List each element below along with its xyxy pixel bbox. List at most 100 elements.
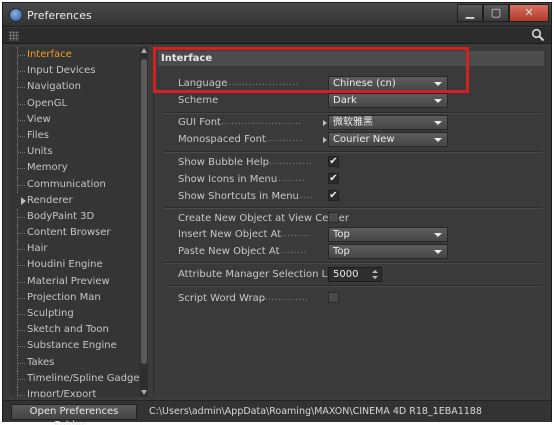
open-preferences-folder-button[interactable]: Open Preferences Folder...	[11, 404, 137, 425]
sidebar-item[interactable]: Navigation	[9, 79, 147, 96]
category-sidebar: Interface Input Devices Navigation OpenGL Vi…	[9, 47, 147, 397]
sidebar-item-label: Takes	[27, 356, 55, 368]
toolbar	[3, 28, 551, 44]
chevron-down-icon	[434, 250, 442, 254]
chevron-down-icon	[434, 121, 442, 125]
sidebar-item[interactable]: Sketch and Toon	[9, 322, 147, 339]
gui-font-dots: ........................	[221, 117, 302, 127]
gui-font-value: 微软雅黑	[333, 117, 373, 128]
sidebar-item[interactable]: Units	[9, 144, 147, 161]
create-new-checkbox[interactable]	[328, 212, 339, 223]
sidebar-item[interactable]: Interface	[9, 47, 147, 64]
maximize-button[interactable]: ▢	[483, 4, 509, 22]
create-new-row: Create New Object at View Center	[178, 211, 548, 227]
gui-font-dropdown[interactable]: 微软雅黑	[328, 115, 448, 130]
mono-font-dropdown[interactable]: Courier New	[328, 132, 448, 147]
sidebar-item-label: Files	[27, 129, 49, 141]
expand-arrow-icon[interactable]	[323, 120, 327, 126]
spinner-arrows-icon[interactable]	[372, 270, 378, 280]
sidebar-item[interactable]: Renderer	[9, 193, 147, 209]
scheme-row: Scheme Dark	[178, 93, 548, 109]
scheme-dropdown[interactable]: Dark	[328, 93, 448, 108]
sidebar-item-label: Renderer	[27, 194, 73, 206]
script-wrap-dots: ...............	[258, 293, 309, 303]
shortcuts-menu-row: Show Shortcuts in Menu ........ ✔	[178, 189, 548, 205]
close-button[interactable]: ✕	[509, 4, 549, 22]
shortcuts-menu-label: Show Shortcuts in Menu	[178, 191, 299, 202]
bubble-help-checkbox[interactable]: ✔	[328, 156, 339, 167]
tree-branch-line	[17, 386, 25, 397]
sidebar-item-label: Content Browser	[27, 227, 111, 239]
divider	[164, 285, 542, 287]
icons-menu-dots: ...........	[268, 174, 305, 184]
bubble-help-row: Show Bubble Help ............... ✔	[178, 155, 548, 171]
insert-new-value: Top	[333, 229, 350, 240]
attr-limit-field[interactable]: 5000	[328, 267, 382, 282]
tree-branch-line	[17, 241, 25, 258]
sidebar-item[interactable]: View	[9, 111, 147, 128]
preferences-path: C:\Users\admin\AppData\Roaming\MAXON\CIN…	[149, 406, 482, 417]
expand-arrow-icon[interactable]	[323, 137, 327, 143]
mono-font-row: Monospaced Font ............ Courier New	[178, 132, 548, 148]
script-wrap-checkbox[interactable]	[328, 292, 339, 303]
tree-branch-line	[17, 289, 25, 306]
mono-font-dots: ............	[262, 134, 303, 144]
tree-branch-line	[17, 354, 25, 371]
sidebar-item-label: Projection Man	[27, 291, 101, 303]
paste-new-row: Paste New Object At ........... Top	[178, 244, 548, 260]
tree-branch-line	[17, 257, 25, 274]
shortcuts-menu-checkbox[interactable]: ✔	[328, 190, 339, 201]
sidebar-item[interactable]: Content Browser	[9, 225, 147, 242]
sidebar-item-label: Houdini Engine	[27, 259, 103, 271]
sidebar-item-label: Material Preview	[27, 275, 110, 287]
tree-branch-line	[17, 111, 25, 128]
sidebar-item-label: Units	[27, 146, 53, 158]
tree-branch-line	[17, 63, 25, 80]
expand-arrow-icon[interactable]	[21, 196, 26, 205]
sidebar-item[interactable]: Houdini Engine	[9, 257, 147, 274]
scroll-thumb[interactable]	[141, 59, 147, 364]
sidebar-item[interactable]: Substance Engine	[9, 338, 147, 355]
sidebar-item[interactable]: Input Devices	[9, 63, 147, 80]
sidebar-item-label: BodyPaint 3D	[27, 210, 95, 222]
title-bar: Preferences ▁ ▢ ✕	[3, 3, 551, 27]
sidebar-item-label: View	[27, 113, 51, 125]
search-icon[interactable]	[531, 28, 545, 42]
gui-font-label: GUI Font	[178, 117, 221, 128]
sidebar-item[interactable]: Hair	[9, 241, 147, 258]
scroll-up-arrow-icon[interactable]	[141, 48, 147, 53]
sidebar-item[interactable]: Takes	[9, 354, 147, 371]
sidebar-item[interactable]: Files	[9, 127, 147, 145]
sidebar-scrollbar[interactable]	[140, 47, 148, 397]
sidebar-item[interactable]: Import/Export	[9, 386, 147, 397]
scroll-down-arrow-icon[interactable]	[141, 390, 147, 395]
sidebar-item[interactable]: Material Preview	[9, 273, 147, 290]
minimize-button[interactable]: ▁	[457, 4, 483, 22]
app-icon	[9, 8, 23, 22]
tree-branch-line	[17, 95, 25, 112]
checkmark-icon: ✔	[329, 156, 338, 167]
icons-menu-label: Show Icons in Menu	[178, 174, 278, 185]
sidebar-item-label: Input Devices	[27, 65, 96, 77]
sidebar-item-label: Sculpting	[27, 308, 74, 319]
sidebar-item[interactable]: Communication	[9, 176, 147, 193]
divider	[164, 112, 542, 114]
bubble-help-label: Show Bubble Help	[178, 157, 269, 168]
sidebar-item[interactable]: Sculpting	[9, 306, 147, 323]
sidebar-item-label: Communication	[27, 178, 106, 190]
paste-new-dropdown[interactable]: Top	[328, 244, 448, 259]
sidebar-item[interactable]: OpenGL	[9, 95, 147, 112]
sidebar-item-label: OpenGL	[27, 97, 68, 109]
insert-new-dropdown[interactable]: Top	[328, 227, 448, 242]
sidebar-item[interactable]: Timeline/Spline Gadget	[9, 370, 147, 387]
sidebar-item[interactable]: Projection Man	[9, 289, 147, 306]
grip-icon[interactable]	[9, 31, 19, 41]
attr-limit-value: 5000	[333, 269, 359, 280]
icons-menu-row: Show Icons in Menu ........... ✔	[178, 172, 548, 188]
icons-menu-checkbox[interactable]: ✔	[328, 173, 339, 184]
sidebar-item-label: Hair	[27, 243, 48, 255]
sidebar-item[interactable]: Memory	[9, 160, 147, 177]
mono-font-value: Courier New	[333, 134, 395, 145]
sidebar-item[interactable]: BodyPaint 3D	[9, 208, 147, 226]
window-controls: ▁ ▢ ✕	[457, 4, 549, 22]
